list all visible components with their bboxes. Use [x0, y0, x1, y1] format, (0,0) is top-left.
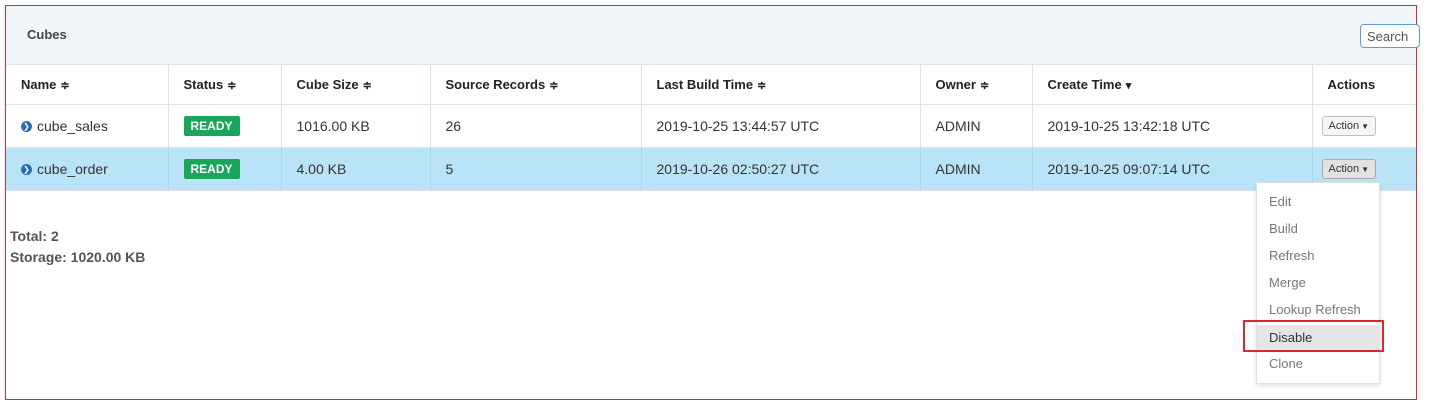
- cell-cube-size: 4.00 KB: [281, 147, 431, 191]
- menu-item-refresh[interactable]: Refresh: [1257, 243, 1379, 269]
- cell-owner: ADMIN: [920, 104, 1033, 148]
- column-header-create-time[interactable]: Create Time ▾: [1032, 65, 1313, 105]
- column-header-status[interactable]: Status ≑: [168, 65, 282, 105]
- column-header-source-records[interactable]: Source Records ≑: [430, 65, 642, 105]
- action-dropdown-button[interactable]: Action ▼: [1321, 159, 1376, 179]
- sort-desc-icon: ▾: [1125, 80, 1132, 92]
- cell-source-records: 26: [430, 104, 642, 148]
- caret-down-icon: ▼: [1361, 165, 1369, 174]
- cell-create-time: 2019-10-25 13:42:18 UTC: [1032, 104, 1313, 148]
- column-header-owner[interactable]: Owner ≑: [920, 65, 1033, 105]
- cell-status: READY: [168, 147, 282, 191]
- cell-owner: ADMIN: [920, 147, 1033, 191]
- storage-total: Storage: 1020.00 KB: [10, 249, 146, 265]
- cell-actions: Action ▼: [1312, 104, 1416, 148]
- cell-source-records: 5: [430, 147, 642, 191]
- menu-item-disable[interactable]: Disable: [1257, 325, 1379, 351]
- menu-item-edit[interactable]: Edit: [1257, 189, 1379, 215]
- chevron-right-circle-icon[interactable]: ❯: [21, 163, 32, 175]
- status-badge: READY: [183, 116, 240, 136]
- sort-icon: ≑: [227, 80, 237, 92]
- menu-item-merge[interactable]: Merge: [1257, 270, 1379, 296]
- column-header-actions: Actions: [1312, 65, 1416, 105]
- cell-last-build-time: 2019-10-26 02:50:27 UTC: [641, 147, 921, 191]
- caret-down-icon: ▼: [1361, 122, 1369, 131]
- search-input[interactable]: [1360, 24, 1420, 48]
- action-dropdown-menu: Edit Build Refresh Merge Lookup Refresh …: [1256, 182, 1380, 384]
- cell-name[interactable]: ❯ cube_sales: [6, 104, 169, 148]
- menu-item-lookup-refresh[interactable]: Lookup Refresh: [1257, 297, 1379, 323]
- sort-icon: ≑: [362, 80, 372, 92]
- panel-header: Cubes: [6, 6, 1416, 65]
- table-header-row: Name ≑ Status ≑ Cube Size ≑ Source Records ≑…: [6, 65, 1416, 105]
- totals-summary: Total: 2 Storage: 1020.00 KB: [10, 226, 145, 268]
- action-dropdown-button[interactable]: Action ▼: [1321, 116, 1376, 136]
- sort-icon: ≑: [60, 80, 70, 92]
- table-row[interactable]: ❯ cube_sales READY 1016.00 KB 26 2019-10-…: [6, 104, 1416, 148]
- total-count: Total: 2: [10, 228, 59, 244]
- cell-status: READY: [168, 104, 282, 148]
- sort-icon: ≑: [757, 80, 767, 92]
- menu-item-clone[interactable]: Clone: [1257, 351, 1379, 377]
- sort-icon: ≑: [979, 80, 990, 92]
- cube-name: cube_order: [37, 161, 108, 177]
- cell-last-build-time: 2019-10-25 13:44:57 UTC: [641, 104, 921, 148]
- status-badge: READY: [183, 159, 240, 179]
- cell-name[interactable]: ❯ cube_order: [6, 147, 169, 191]
- table-row-selected[interactable]: ❯ cube_order READY 4.00 KB 5 2019-10-26 0…: [6, 147, 1416, 191]
- cell-cube-size: 1016.00 KB: [281, 104, 431, 148]
- column-header-name[interactable]: Name ≑: [6, 65, 169, 105]
- column-header-cube-size[interactable]: Cube Size ≑: [281, 65, 431, 105]
- cube-name: cube_sales: [37, 118, 108, 134]
- chevron-right-circle-icon[interactable]: ❯: [21, 120, 32, 132]
- sort-icon: ≑: [549, 80, 559, 92]
- panel-title: Cubes: [27, 27, 67, 42]
- column-header-last-build-time[interactable]: Last Build Time ≑: [641, 65, 921, 105]
- cubes-table: Name ≑ Status ≑ Cube Size ≑ Source Records ≑…: [6, 65, 1416, 191]
- menu-item-build[interactable]: Build: [1257, 216, 1379, 242]
